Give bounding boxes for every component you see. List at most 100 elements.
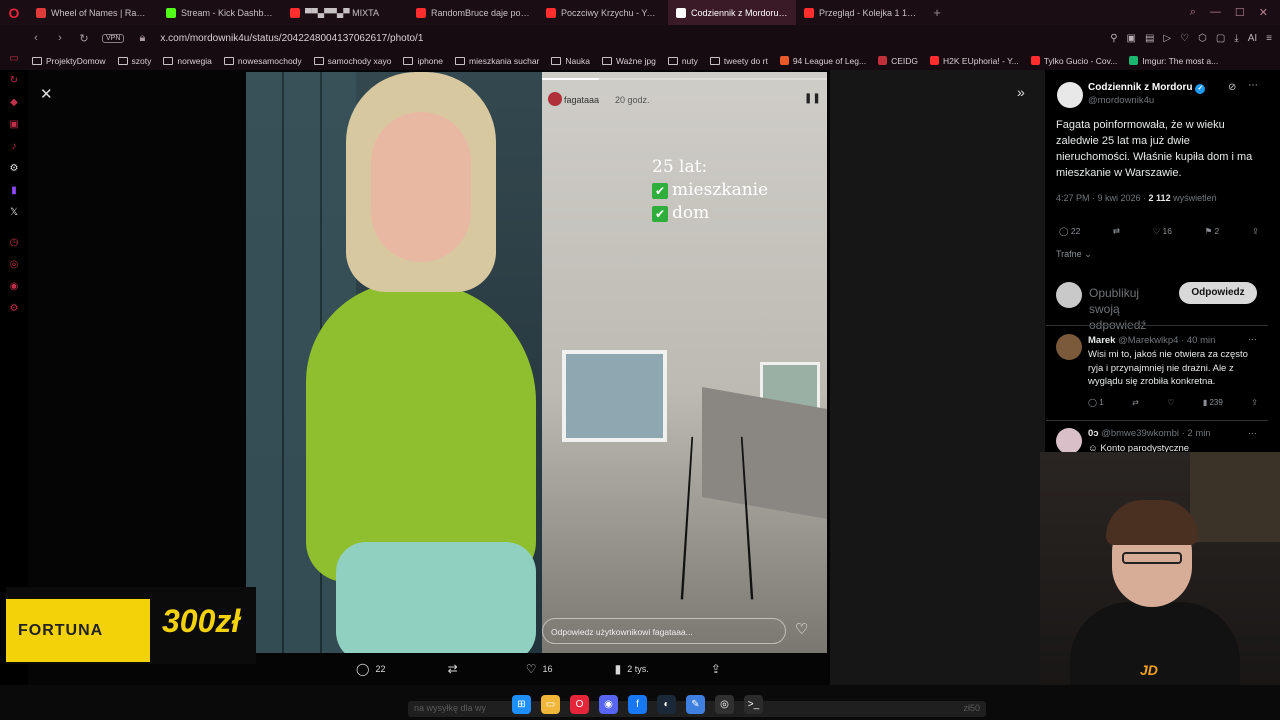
extensions-icon[interactable]: ⬡ [1198, 33, 1207, 44]
author-name[interactable]: Codziennik z Mordoru ✓ [1088, 82, 1206, 94]
file-explorer-icon[interactable]: ▭ [541, 695, 560, 714]
reply-reply-button[interactable]: ◯ 1 [1088, 398, 1104, 407]
bookmarks-icon[interactable]: ▤ [1145, 33, 1154, 44]
new-tab-button[interactable]: + [926, 0, 948, 25]
download-icon[interactable]: ⤓ [1234, 33, 1238, 44]
screenshot-icon[interactable]: ▣ [1127, 33, 1136, 44]
browser-tab[interactable]: Codziennik z Mordoru w x [668, 0, 796, 25]
player-icon[interactable]: ▷ [1163, 33, 1171, 44]
reply-avatar[interactable] [1056, 334, 1082, 360]
back-button[interactable]: ‹ [30, 32, 42, 44]
tweet-share-button[interactable]: ⇪ [1252, 226, 1259, 237]
gx-store-icon[interactable]: ◆ [7, 91, 21, 113]
reply-button[interactable]: ◯ 22 [356, 662, 385, 676]
collapse-panel-icon[interactable]: » [1017, 84, 1025, 100]
bookmark-item[interactable]: ProjektyDomow [32, 56, 106, 66]
gx-control-icon[interactable]: ▭ [7, 47, 21, 69]
bookmark-item[interactable]: 94 League of Leg... [779, 56, 866, 66]
tweet-bookmark-button[interactable]: ⚑ 2 [1205, 226, 1220, 237]
search-tabs-icon[interactable]: ⌕ [1190, 6, 1196, 19]
tweet-photo-left[interactable] [246, 72, 542, 653]
obs-pen-icon[interactable]: ✎ [686, 695, 705, 714]
settings-icon[interactable]: ⚙ [7, 297, 21, 319]
close-window-button[interactable]: ✕ [1259, 6, 1268, 19]
reply-retweet-button[interactable]: ⇄ [1132, 398, 1139, 407]
heart-icon[interactable]: ♡ [1180, 33, 1189, 44]
browser-tab[interactable]: Przegląd - Kolejka 1 18:00 [796, 0, 926, 25]
bookmark-item[interactable]: samochody xayo [313, 56, 391, 66]
browser-tab[interactable]: ▀▀▄▀▀▄▀ MIXTA [282, 0, 408, 25]
author-avatar[interactable] [1057, 82, 1083, 108]
tweet-time[interactable]: 4:27 PM · 9 kwi 2026 · [1056, 193, 1149, 203]
tweet-retweet-button[interactable]: ⇄ [1113, 226, 1120, 237]
reply-submit-button[interactable]: Odpowiedz [1179, 282, 1257, 304]
opera-gx-icon[interactable]: O [570, 695, 589, 714]
minimize-button[interactable]: — [1210, 6, 1221, 19]
reply-more-icon[interactable]: ⋯ [1248, 334, 1257, 345]
like-button[interactable]: ♡ 16 [526, 662, 553, 676]
bookmark-item[interactable]: Tylko Gucio - Cov... [1030, 56, 1117, 66]
history-icon[interactable]: ↻ [7, 69, 21, 91]
url-field[interactable]: x.com/mordownik4u/status/204224800413706… [160, 33, 423, 44]
browser-tab[interactable]: Poczciwy Krzychu - YouTu [538, 0, 668, 25]
grok-icon[interactable]: ⊘ [1228, 82, 1236, 93]
views-button[interactable]: ▮ 2 tys. [615, 662, 649, 676]
obs-icon[interactable]: ◎ [715, 695, 734, 714]
steam-icon[interactable]: ◐ [657, 695, 676, 714]
forward-button[interactable]: › [54, 32, 66, 44]
twitch-icon[interactable]: ▮ [7, 179, 21, 201]
vpn-badge[interactable]: VPN [102, 33, 125, 43]
tweet-photo-story[interactable]: fagataaa 20 godz. ❚❚ 25 lat: ✔ mieszkanie… [542, 72, 827, 653]
gamepad-icon[interactable]: ◎ [7, 253, 21, 275]
bookmark-item[interactable]: tweety do rt [709, 56, 768, 66]
discord-icon[interactable]: ◉ [599, 695, 618, 714]
terminal-icon[interactable]: >_ [744, 695, 763, 714]
tweet-like-button[interactable]: ♡ 16 [1153, 226, 1172, 237]
browser-tab[interactable]: RandomBruce daje porady [408, 0, 538, 25]
reply-more-icon[interactable]: ⋯ [1248, 428, 1257, 439]
reply-sort-dropdown[interactable]: Trafne ⌄ [1056, 249, 1092, 260]
reply-share-button[interactable]: ⇪ [1251, 398, 1258, 407]
reply-author[interactable]: Marek @Marekwlkp4 · 40 min [1088, 335, 1215, 346]
author-handle[interactable]: @mordownik4u [1088, 95, 1154, 106]
bookmark-item[interactable]: nowesamochody [223, 56, 302, 66]
reply-author[interactable]: 0ↄ @bmwe39wkombi · 2 min [1088, 428, 1211, 439]
easy-files-icon[interactable]: ▢ [1216, 33, 1225, 44]
clock-icon[interactable]: ◷ [7, 231, 21, 253]
pin-icon[interactable]: ⚲ [1110, 33, 1117, 44]
reply-views-button[interactable]: ▮ 239 [1203, 398, 1223, 407]
reload-icon[interactable]: ↻ [78, 32, 90, 45]
tweet-reply-button[interactable]: ◯ 22 [1059, 226, 1080, 237]
maximize-button[interactable]: ☐ [1235, 6, 1245, 19]
messenger-icon[interactable]: ▣ [7, 113, 21, 135]
chatgpt-icon[interactable]: ⚙ [7, 157, 21, 179]
player-sidebar-icon[interactable]: ◉ [7, 275, 21, 297]
reply-avatar[interactable] [1056, 428, 1082, 452]
bookmark-item[interactable]: H2K EUphoria! - Y... [930, 56, 1019, 66]
lock-icon[interactable]: 🔒︎ [136, 32, 148, 45]
bookmark-item[interactable]: Ważne jpg [601, 56, 656, 66]
aria-ai-button[interactable]: AI [1248, 33, 1257, 44]
opera-logo-icon[interactable]: O [0, 0, 28, 25]
bookmark-item[interactable]: Nauka [551, 56, 590, 66]
bookmark-item[interactable]: Imgur: The most a... [1129, 56, 1218, 66]
bookmark-item[interactable]: mieszkania suchar [455, 56, 539, 66]
story-window-left [562, 350, 667, 442]
menu-icon[interactable]: ≡ [1266, 33, 1272, 44]
bookmark-item[interactable]: szoty [117, 56, 151, 66]
browser-tab[interactable]: Wheel of Names | Random [28, 0, 158, 25]
facebook-icon[interactable]: f [628, 695, 647, 714]
bookmark-item[interactable]: norwegia [163, 56, 212, 66]
bookmark-item[interactable]: nuty [667, 56, 698, 66]
reply-like-button[interactable]: ♡ [1167, 398, 1174, 407]
bookmark-item[interactable]: CEIDG [878, 56, 918, 66]
music-icon[interactable]: ♪ [7, 135, 21, 157]
browser-tab[interactable]: Stream - Kick Dashboard [158, 0, 282, 25]
retweet-button[interactable]: ⇄ [448, 662, 464, 676]
close-viewer-icon[interactable]: ✕ [40, 85, 53, 103]
windows-start-icon[interactable]: ⊞ [512, 695, 531, 714]
bookmark-item[interactable]: iphone [403, 56, 443, 66]
x-twitter-icon[interactable]: 𝕏 [7, 201, 21, 223]
more-options-icon[interactable]: ⋯ [1248, 80, 1258, 91]
share-button[interactable]: ⇪ [711, 662, 721, 676]
